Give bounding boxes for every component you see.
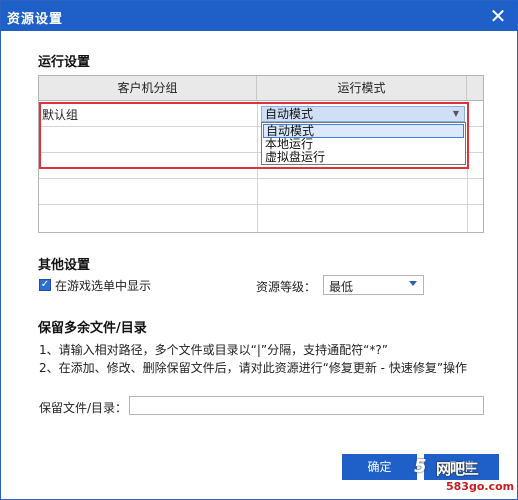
resource-level-select[interactable]: 最低 bbox=[323, 275, 424, 295]
row-divider bbox=[39, 178, 483, 179]
keep-files-field-label: 保留文件/目录： bbox=[39, 401, 128, 415]
column-header-spacer bbox=[467, 76, 483, 101]
show-in-game-menu-label: 在游戏选单中显示 bbox=[55, 279, 152, 293]
table-cell-group[interactable]: 默认组 bbox=[42, 106, 78, 123]
row-divider bbox=[39, 204, 483, 205]
keep-files-note-1: 1、请输入相对路径，多个文件或目录以“|”分隔，支持通配符“*?” bbox=[39, 343, 388, 357]
close-icon[interactable]: ✕ bbox=[487, 5, 509, 27]
dropdown-option-auto[interactable]: 自动模式 bbox=[263, 124, 464, 138]
keep-files-input[interactable] bbox=[129, 396, 484, 415]
column-header-mode: 运行模式 bbox=[257, 76, 467, 101]
chevron-down-icon[interactable]: ▼ bbox=[450, 108, 462, 120]
resource-settings-dialog: 资源设置 ✕ 运行设置 客户机分组 运行模式 默认组 自动模式 ▼ 自动模式 本… bbox=[0, 0, 518, 500]
run-mode-dropdown-list: 自动模式 本地运行 虚拟盘运行 bbox=[261, 122, 466, 165]
keep-files-title: 保留多余文件/目录 bbox=[38, 321, 147, 336]
resource-level-label: 资源等级： bbox=[256, 280, 317, 294]
other-settings-title: 其他设置 bbox=[38, 258, 91, 273]
chevron-down-icon bbox=[409, 281, 417, 286]
title-bar: 资源设置 ✕ bbox=[1, 1, 517, 31]
watermark-name: 网吧三 bbox=[436, 460, 479, 478]
run-mode-value: 自动模式 bbox=[265, 107, 314, 121]
watermark: 5 网吧三 583go.com bbox=[414, 456, 514, 496]
watermark-url: 583go.com bbox=[446, 480, 515, 493]
show-in-game-menu-checkbox[interactable]: ✓ bbox=[39, 279, 51, 291]
watermark-logo: 5 bbox=[414, 456, 427, 477]
run-mode-combobox[interactable]: 自动模式 ▼ bbox=[261, 106, 465, 122]
window-title: 资源设置 bbox=[7, 12, 64, 27]
column-header-group: 客户机分组 bbox=[39, 76, 257, 101]
dropdown-option-virtual-disk[interactable]: 虚拟盘运行 bbox=[263, 151, 464, 165]
resource-level-value: 最低 bbox=[329, 280, 354, 294]
ok-button[interactable]: 确定 bbox=[342, 454, 417, 480]
keep-files-note-2: 2、在添加、修改、删除保留文件后，请对此资源进行“修复更新 - 快速修复”操作 bbox=[39, 361, 468, 375]
run-settings-title: 运行设置 bbox=[38, 55, 91, 70]
